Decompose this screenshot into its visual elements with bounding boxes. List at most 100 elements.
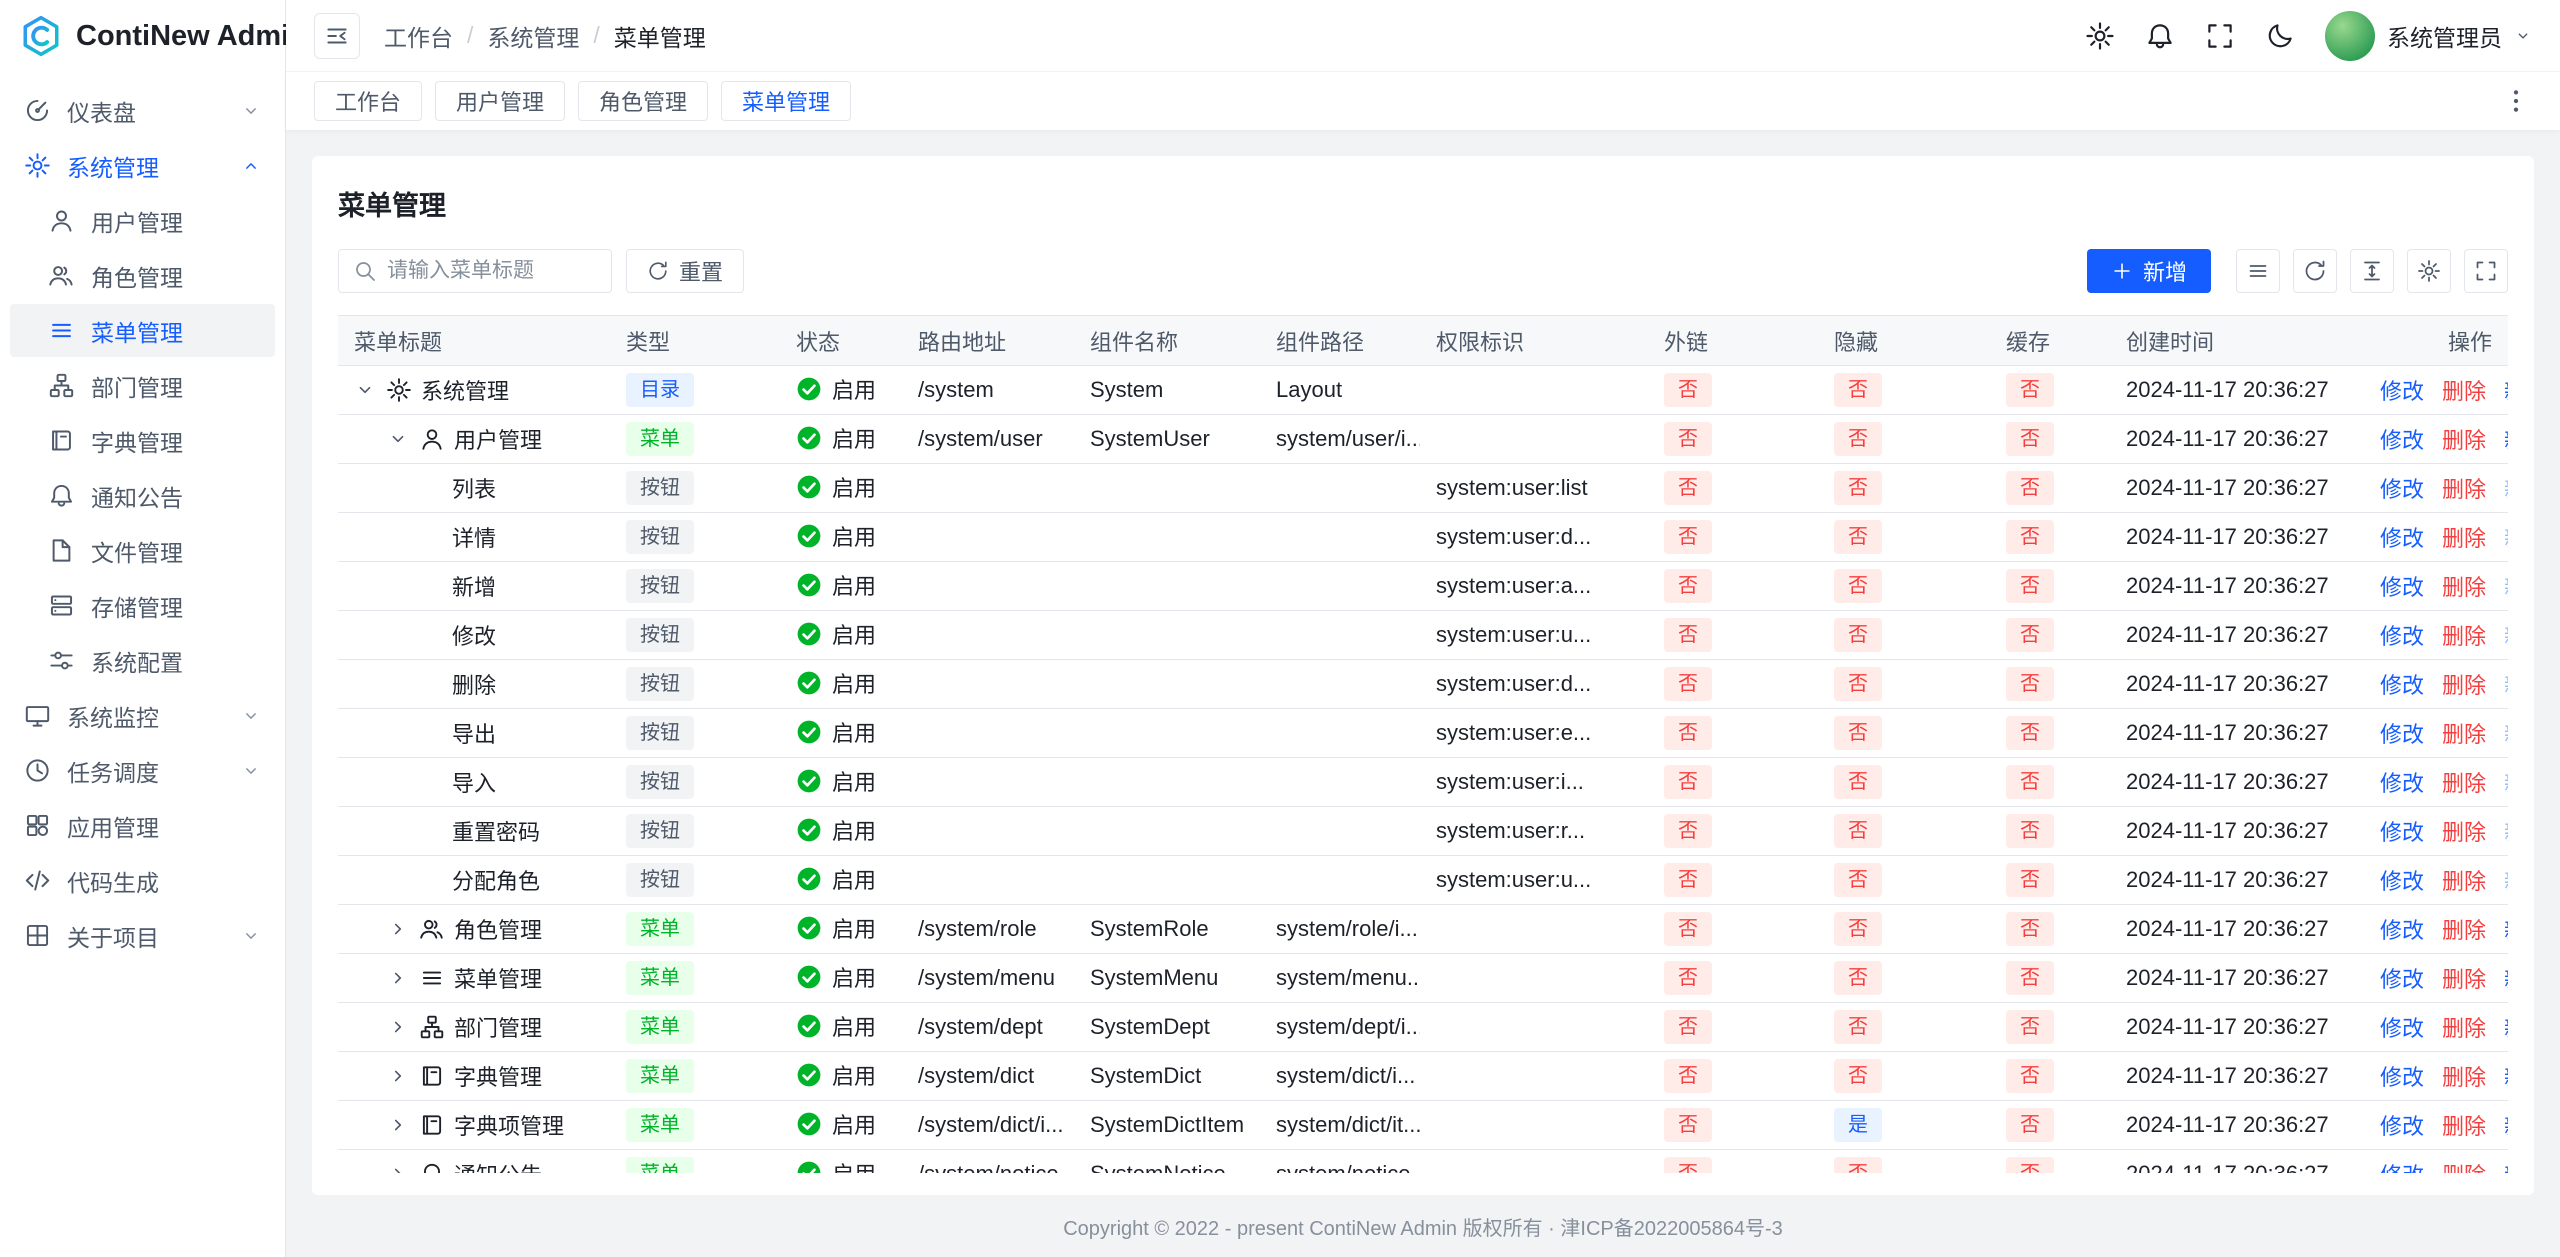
tab[interactable]: 角色管理 [578,81,708,121]
add-link[interactable]: 新增 [2504,477,2508,502]
row-expand-icon[interactable] [387,1163,409,1173]
add-link[interactable]: 新增 [2504,673,2508,698]
breadcrumb-item[interactable]: 菜单管理 [614,19,706,53]
add-button[interactable]: 新增 [2087,249,2211,293]
sidebar-item[interactable]: 任务调度 [10,744,275,797]
notification-bell-icon[interactable] [2145,21,2175,51]
edit-link[interactable]: 修改 [2380,722,2424,747]
add-link[interactable]: 新增 [2504,1065,2508,1090]
add-link[interactable]: 新增 [2504,624,2508,649]
breadcrumb-item[interactable]: 工作台 [384,19,453,53]
add-link[interactable]: 新增 [2504,771,2508,796]
add-link[interactable]: 新增 [2504,428,2508,453]
add-link[interactable]: 新增 [2504,967,2508,992]
row-expand-icon[interactable] [387,1016,409,1038]
sidebar-item[interactable]: 系统监控 [10,689,275,742]
sidebar-item[interactable]: 系统管理 [10,139,275,192]
add-link[interactable]: 新增 [2504,869,2508,894]
add-link[interactable]: 新增 [2504,1016,2508,1041]
user-menu[interactable]: 系统管理员 [2325,11,2532,61]
edit-link[interactable]: 修改 [2380,967,2424,992]
sidebar-item[interactable]: 代码生成 [10,854,275,907]
edit-link[interactable]: 修改 [2380,575,2424,600]
delete-link[interactable]: 删除 [2442,967,2486,992]
sidebar-item[interactable]: 文件管理 [10,524,275,577]
edit-link[interactable]: 修改 [2380,820,2424,845]
edit-link[interactable]: 修改 [2380,526,2424,551]
row-expand-icon[interactable] [387,1114,409,1136]
row-expand-icon[interactable] [387,967,409,989]
delete-link[interactable]: 删除 [2442,771,2486,796]
add-link[interactable]: 新增 [2504,918,2508,943]
delete-link[interactable]: 删除 [2442,1163,2486,1173]
tabs-more-icon[interactable] [2500,85,2532,117]
edit-link[interactable]: 修改 [2380,379,2424,404]
fullscreen-icon[interactable] [2205,21,2235,51]
app-logo[interactable]: ContiNew Admin [0,0,285,72]
delete-link[interactable]: 删除 [2442,1016,2486,1041]
edit-link[interactable]: 修改 [2380,428,2424,453]
tab[interactable]: 菜单管理 [721,81,851,121]
edit-link[interactable]: 修改 [2380,624,2424,649]
sidebar-item[interactable]: 存储管理 [10,579,275,632]
dark-mode-icon[interactable] [2265,21,2295,51]
add-link[interactable]: 新增 [2504,1163,2508,1173]
breadcrumb-item[interactable]: 系统管理 [487,19,579,53]
edit-link[interactable]: 修改 [2380,673,2424,698]
search-input[interactable] [387,259,597,283]
sidebar-item[interactable]: 字典管理 [10,414,275,467]
sidebar-item[interactable]: 角色管理 [10,249,275,302]
sidebar-item[interactable]: 用户管理 [10,194,275,247]
delete-link[interactable]: 删除 [2442,820,2486,845]
external-tag: 否 [1664,520,1712,554]
row-expand-icon[interactable] [354,379,376,401]
add-link[interactable]: 新增 [2504,379,2508,404]
delete-link[interactable]: 删除 [2442,1114,2486,1139]
delete-link[interactable]: 删除 [2442,526,2486,551]
row-expand-icon[interactable] [387,918,409,940]
row-height-icon[interactable] [2350,249,2394,293]
tab[interactable]: 用户管理 [435,81,565,121]
edit-link[interactable]: 修改 [2380,1163,2424,1173]
refresh-table-icon[interactable] [2293,249,2337,293]
sidebar-item[interactable]: 菜单管理 [10,304,275,357]
reset-button[interactable]: 重置 [626,249,744,293]
row-expand-icon[interactable] [387,428,409,450]
add-link[interactable]: 新增 [2504,722,2508,747]
add-link[interactable]: 新增 [2504,575,2508,600]
edit-link[interactable]: 修改 [2380,477,2424,502]
sidebar-item[interactable]: 关于项目 [10,909,275,962]
delete-link[interactable]: 删除 [2442,379,2486,404]
delete-link[interactable]: 删除 [2442,624,2486,649]
edit-link[interactable]: 修改 [2380,1114,2424,1139]
chevron-up-icon [241,156,261,176]
sidebar-item[interactable]: 通知公告 [10,469,275,522]
row-expand-icon[interactable] [387,1065,409,1087]
add-link[interactable]: 新增 [2504,1114,2508,1139]
delete-link[interactable]: 删除 [2442,575,2486,600]
sidebar-item[interactable]: 部门管理 [10,359,275,412]
edit-link[interactable]: 修改 [2380,918,2424,943]
delete-link[interactable]: 删除 [2442,673,2486,698]
sidebar-item[interactable]: 仪表盘 [10,84,275,137]
sidebar-item[interactable]: 应用管理 [10,799,275,852]
delete-link[interactable]: 删除 [2442,722,2486,747]
delete-link[interactable]: 删除 [2442,477,2486,502]
sidebar-collapse-button[interactable] [314,13,360,59]
settings-icon[interactable] [2085,21,2115,51]
add-link[interactable]: 新增 [2504,526,2508,551]
edit-link[interactable]: 修改 [2380,771,2424,796]
edit-link[interactable]: 修改 [2380,1016,2424,1041]
edit-link[interactable]: 修改 [2380,1065,2424,1090]
density-icon[interactable] [2236,249,2280,293]
delete-link[interactable]: 删除 [2442,1065,2486,1090]
delete-link[interactable]: 删除 [2442,869,2486,894]
add-link[interactable]: 新增 [2504,820,2508,845]
column-settings-icon[interactable] [2407,249,2451,293]
table-fullscreen-icon[interactable] [2464,249,2508,293]
sidebar-item[interactable]: 系统配置 [10,634,275,687]
delete-link[interactable]: 删除 [2442,918,2486,943]
edit-link[interactable]: 修改 [2380,869,2424,894]
tab[interactable]: 工作台 [314,81,422,121]
delete-link[interactable]: 删除 [2442,428,2486,453]
